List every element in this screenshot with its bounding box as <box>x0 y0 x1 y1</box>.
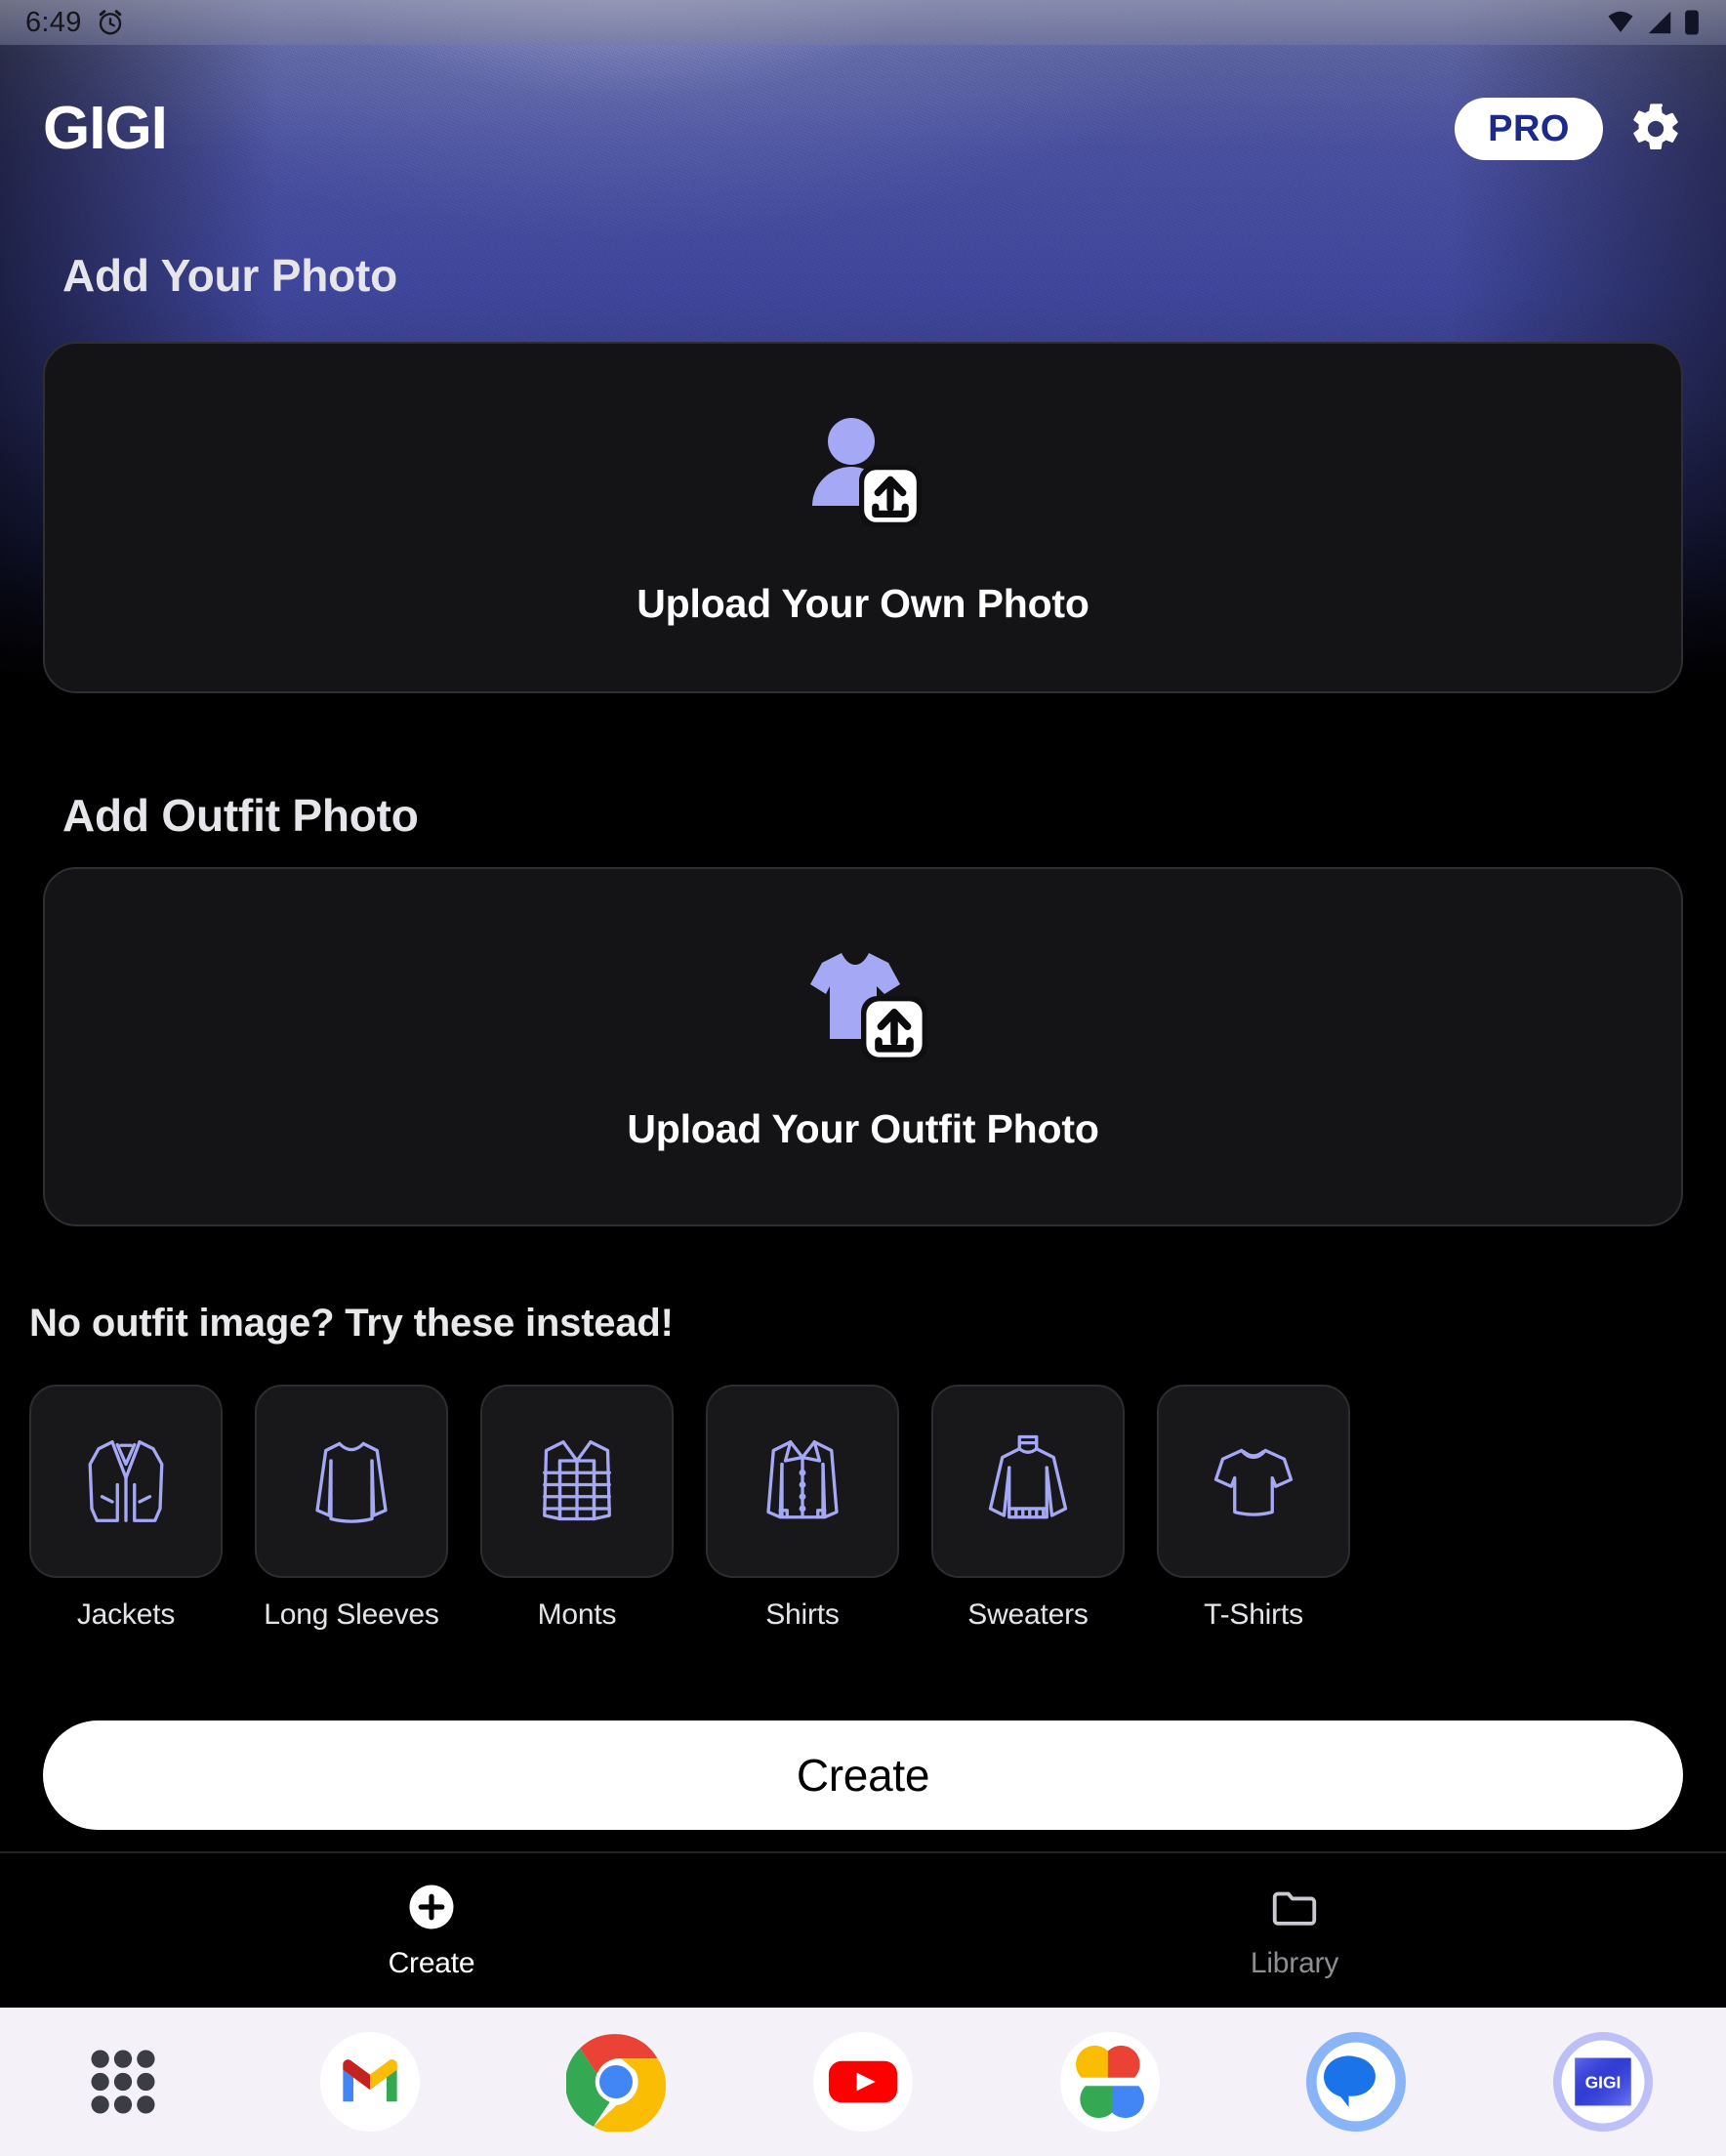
outfit-category-label: Shirts <box>765 1598 840 1631</box>
plus-circle-icon <box>409 1885 454 1929</box>
status-bar-left: 6:49 <box>25 7 125 39</box>
dock-slot[interactable] <box>247 2032 494 2132</box>
bottom-navigation: Create Library <box>0 1851 1726 2008</box>
gear-icon[interactable] <box>1628 102 1683 156</box>
tshirt-icon <box>1213 1448 1294 1516</box>
folder-icon <box>1272 1891 1317 1926</box>
upload-your-photo-label: Upload Your Own Photo <box>637 581 1089 626</box>
puffer-vest-icon <box>543 1440 611 1521</box>
person-upload-icon <box>801 408 925 538</box>
chip-icon-container <box>480 1385 674 1578</box>
nav-tab-create[interactable]: Create <box>0 1881 863 1980</box>
nav-tab-library[interactable]: Library <box>863 1881 1726 1980</box>
dock-slot[interactable] <box>493 2032 740 2132</box>
tshirt-upload-icon <box>799 941 927 1067</box>
nav-tab-label: Create <box>388 1947 475 1979</box>
battery-icon <box>1685 10 1699 35</box>
chip-icon-container <box>706 1385 899 1578</box>
dock-slot[interactable] <box>740 2032 987 2132</box>
dock-slot[interactable] <box>1233 2032 1480 2132</box>
pro-badge-button[interactable]: PRO <box>1455 98 1603 160</box>
upload-outfit-photo-card[interactable]: Upload Your Outfit Photo <box>43 867 1683 1226</box>
dock-slot[interactable] <box>0 2032 247 2132</box>
outfit-category-long-sleeves[interactable]: Long Sleeves <box>255 1385 448 1632</box>
nav-tab-label: Library <box>1250 1947 1339 1979</box>
dock-slot[interactable] <box>986 2032 1233 2132</box>
upload-outfit-photo-label: Upload Your Outfit Photo <box>627 1106 1099 1151</box>
outfit-category-t-shirts[interactable]: T-Shirts <box>1157 1385 1350 1632</box>
outfit-category-label: Sweaters <box>967 1598 1089 1631</box>
outfit-category-label: T-Shirts <box>1204 1598 1303 1631</box>
outfit-category-label: Monts <box>537 1598 617 1631</box>
suggestions-heading: No outfit image? Try these instead! <box>29 1302 674 1345</box>
chip-icon-container <box>1157 1385 1350 1578</box>
messages-icon <box>1306 2032 1407 2132</box>
chip-icon-container <box>255 1385 448 1578</box>
phone-screen: 6:49 GIGI PRO Add Your Photo Upload Your… <box>0 0 1726 2156</box>
dock-slot[interactable]: GIGI <box>1479 2032 1726 2132</box>
chip-icon-container <box>29 1385 223 1578</box>
blazer-icon <box>88 1440 164 1522</box>
app-drawer-icon <box>91 2050 155 2114</box>
section-title-outfit-photo: Add Outfit Photo <box>62 790 419 841</box>
long-sleeve-icon <box>315 1441 388 1523</box>
cellular-signal-icon <box>1648 11 1671 34</box>
app-header: GIGI PRO <box>0 82 1726 176</box>
status-bar: 6:49 <box>0 0 1726 45</box>
outfit-category-sweaters[interactable]: Sweaters <box>931 1385 1125 1632</box>
outfit-category-jackets[interactable]: Jackets <box>29 1385 223 1632</box>
alarm-icon <box>99 10 121 35</box>
outfit-category-shirts[interactable]: Shirts <box>706 1385 899 1632</box>
section-title-your-photo: Add Your Photo <box>62 250 398 301</box>
app-header-actions: PRO <box>1455 98 1683 160</box>
gmail-icon <box>319 2032 420 2132</box>
outfit-category-label: Long Sleeves <box>264 1598 439 1631</box>
youtube-icon <box>813 2032 914 2132</box>
outfit-category-list: Jackets Long Sleeves Monts Shirts Sweate… <box>29 1385 1697 1632</box>
outfit-category-label: Jackets <box>76 1598 176 1631</box>
status-bar-right <box>1605 8 1701 37</box>
status-bar-clock: 6:49 <box>25 6 82 38</box>
outfit-category-monts[interactable]: Monts <box>480 1385 674 1632</box>
wifi-icon <box>1608 11 1633 32</box>
android-dock: GIGI <box>0 2008 1726 2156</box>
gigi-app-icon: GIGI <box>1552 2032 1653 2132</box>
button-shirt-icon <box>766 1440 839 1519</box>
create-button[interactable]: Create <box>43 1721 1683 1830</box>
upload-your-photo-card[interactable]: Upload Your Own Photo <box>43 342 1683 693</box>
app-title: GIGI <box>43 95 168 162</box>
chip-icon-container <box>931 1385 1125 1578</box>
gigi-app-icon-label: GIGI <box>1584 2072 1621 2092</box>
chrome-icon <box>566 2034 667 2132</box>
turtleneck-sweater-icon <box>988 1434 1068 1519</box>
google-photos-icon <box>1059 2032 1160 2132</box>
